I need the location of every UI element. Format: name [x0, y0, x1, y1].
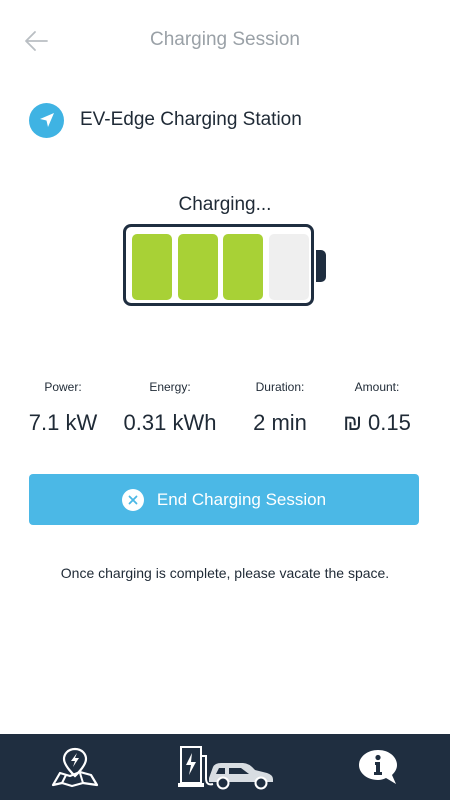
station-name: EV-Edge Charging Station — [80, 109, 302, 130]
info-bubble-icon — [359, 750, 397, 784]
page-title: Charging Session — [150, 29, 300, 50]
close-icon — [121, 488, 144, 511]
charging-status: Charging... — [178, 194, 272, 215]
stat-value: 0.31 kWh — [123, 410, 217, 435]
stat-value: 2 min — [253, 410, 307, 435]
stat-label: Power: — [44, 380, 82, 394]
vacate-notice: Once charging is complete, please vacate… — [60, 565, 390, 581]
end-charging-button[interactable]: End Charging Session — [29, 474, 419, 525]
battery-cell-4 — [269, 234, 309, 300]
navigation-arrow-icon — [39, 113, 54, 127]
stat-label: Duration: — [255, 380, 305, 394]
battery-cell-2 — [178, 234, 218, 300]
map-charging-pin-icon — [51, 747, 99, 788]
stat-label: Amount: — [354, 380, 400, 394]
stat-duration: Duration: 2 min — [225, 380, 335, 436]
stat-value: ₪ 0.15 — [343, 410, 411, 435]
battery-cell-1 — [132, 234, 172, 300]
stat-energy: Energy: 0.31 kWh — [115, 380, 225, 436]
end-charging-label: End Charging Session — [156, 489, 327, 509]
battery-cell-3 — [223, 234, 263, 300]
battery-tip — [316, 250, 326, 282]
stat-value: 7.1 kW — [28, 410, 98, 435]
nav-charging-session[interactable] — [170, 734, 280, 800]
header: Charging Session — [0, 0, 450, 82]
stat-power: Power: 7.1 kW — [8, 380, 118, 436]
nav-map[interactable] — [40, 734, 110, 800]
station-info: EV-Edge Charging Station — [29, 102, 302, 138]
bottom-nav — [0, 734, 450, 800]
battery-indicator — [123, 224, 314, 306]
stat-amount: Amount: ₪ 0.15 — [322, 380, 432, 436]
nav-info[interactable] — [350, 734, 406, 800]
station-icon-badge — [29, 102, 64, 138]
charger-car-icon — [178, 746, 273, 790]
stat-label: Energy: — [149, 380, 191, 394]
